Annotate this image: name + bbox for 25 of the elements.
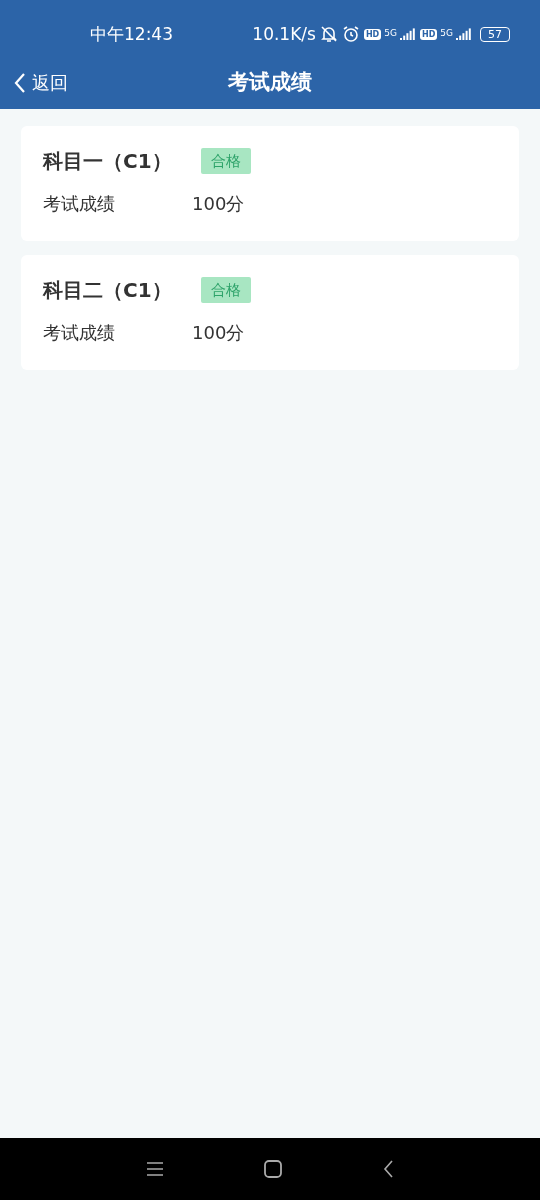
alarm-icon bbox=[341, 25, 360, 44]
score-value: 100分 bbox=[192, 192, 245, 216]
menu-icon[interactable] bbox=[146, 1161, 164, 1177]
bell-muted-icon bbox=[319, 25, 338, 44]
score-label: 考试成绩 bbox=[43, 321, 116, 345]
back-button[interactable]: 返回 bbox=[14, 69, 68, 96]
hd-badge: HD bbox=[363, 29, 382, 41]
signal-icon bbox=[456, 28, 472, 41]
page-title: 考试成绩 bbox=[228, 68, 312, 96]
score-value: 100分 bbox=[192, 321, 245, 345]
subject-title: 科目二（C1） bbox=[43, 277, 173, 304]
hd-badge: HD bbox=[419, 29, 438, 41]
status-time: 中午12:43 bbox=[90, 22, 173, 46]
status-tag: 合格 bbox=[201, 147, 251, 175]
chevron-left-icon bbox=[14, 71, 26, 94]
battery-indicator: 57 bbox=[480, 26, 510, 42]
network-type: 5G bbox=[384, 28, 397, 39]
network-type: 5G bbox=[440, 28, 453, 39]
subject-title: 科目一（C1） bbox=[43, 148, 173, 175]
network-speed: 10.1K/s bbox=[252, 22, 316, 46]
back-icon[interactable] bbox=[382, 1160, 394, 1178]
score-label: 考试成绩 bbox=[43, 192, 116, 216]
status-tag: 合格 bbox=[201, 276, 251, 304]
signal-icon bbox=[399, 28, 416, 41]
home-icon[interactable] bbox=[264, 1160, 282, 1178]
